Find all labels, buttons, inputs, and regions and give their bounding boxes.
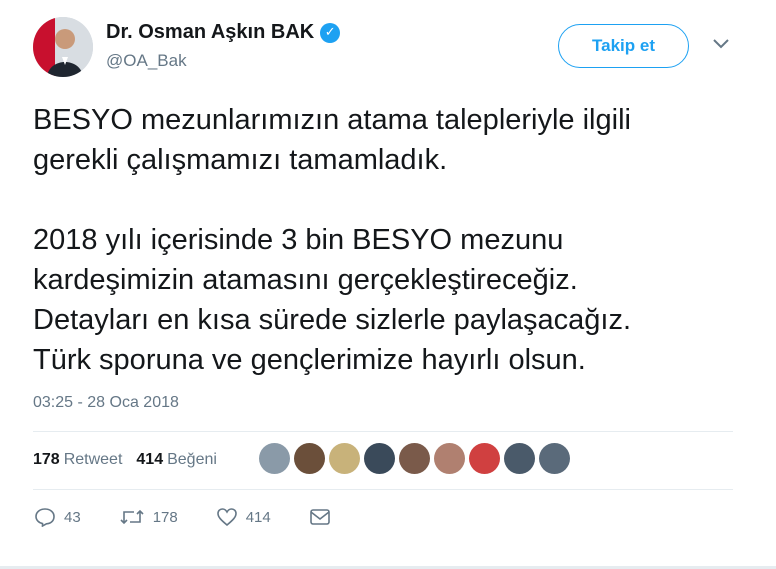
like-stat[interactable]: 414 Beğeni (136, 451, 217, 469)
tweet-text: BESYO mezunlarımızın atama talepleriyle … (33, 104, 632, 376)
tweet-timestamp[interactable]: 03:25 - 28 Oca 2018 (33, 394, 179, 412)
retweet-button[interactable]: 178 (119, 507, 178, 527)
liker-avatar[interactable] (329, 443, 360, 474)
liker-avatar[interactable] (504, 443, 535, 474)
divider (33, 489, 733, 490)
retweet-stat[interactable]: 178 Retweet (33, 451, 122, 469)
follow-button[interactable]: Takip et (558, 24, 689, 68)
liker-avatar[interactable] (539, 443, 570, 474)
divider (33, 431, 733, 432)
envelope-icon (309, 509, 330, 525)
like-count: 414 (245, 508, 271, 526)
heart-icon (216, 508, 237, 527)
profile-avatar[interactable] (33, 17, 93, 77)
reply-count: 43 (64, 508, 81, 526)
chevron-down-icon[interactable] (712, 38, 730, 50)
liker-avatar[interactable] (399, 443, 430, 474)
user-handle[interactable]: @OA_Bak (106, 51, 187, 71)
verified-badge-icon: ✓ (320, 22, 341, 43)
tweet-stats: 178 Retweet 414 Beğeni (33, 451, 217, 469)
liker-avatar[interactable] (259, 443, 290, 474)
display-name-text[interactable]: Dr. Osman Aşkın BAK (106, 21, 314, 44)
reply-button[interactable]: 43 (34, 507, 81, 527)
display-name[interactable]: Dr. Osman Aşkın BAK ✓ (106, 21, 341, 44)
liker-avatar[interactable] (294, 443, 325, 474)
liker-avatar[interactable] (469, 443, 500, 474)
reply-icon (35, 508, 55, 527)
direct-message-button[interactable] (309, 508, 331, 526)
liker-avatars (259, 443, 570, 474)
liker-avatar[interactable] (364, 443, 395, 474)
retweet-icon (120, 509, 144, 525)
liker-avatar[interactable] (434, 443, 465, 474)
like-button[interactable]: 414 (216, 507, 271, 527)
tweet-actions: 43 178 414 (34, 507, 369, 527)
retweet-count: 178 (152, 508, 178, 526)
